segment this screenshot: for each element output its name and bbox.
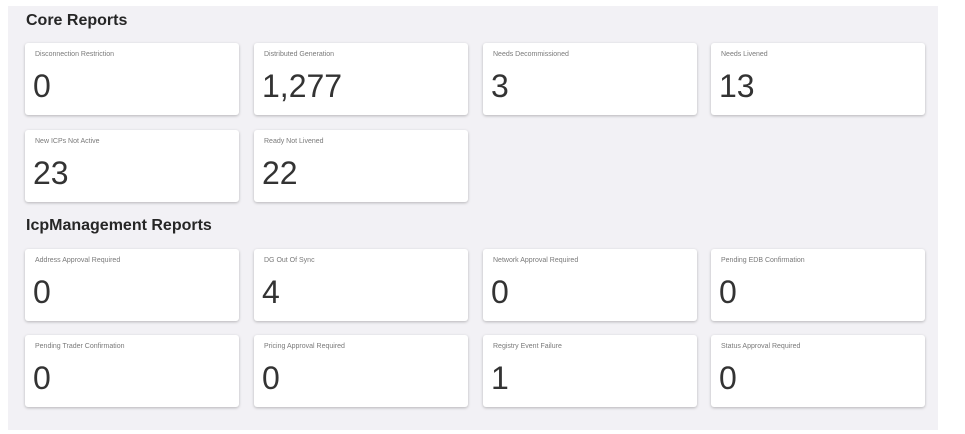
report-card-count: 0	[33, 68, 51, 104]
reports-dashboard: Core Reports Disconnection Restriction 0…	[8, 6, 938, 430]
report-card-label: Address Approval Required	[35, 257, 121, 264]
report-card-new-icps-not-active[interactable]: New ICPs Not Active 23	[25, 130, 239, 202]
report-card-label: Registry Event Failure	[493, 343, 562, 350]
section-title-icpmanagement-reports: IcpManagement Reports	[26, 217, 212, 234]
report-card-count: 3	[491, 68, 509, 104]
report-card-disconnection-restriction[interactable]: Disconnection Restriction 0	[25, 43, 239, 115]
report-card-label: Disconnection Restriction	[35, 51, 114, 58]
report-card-label: Network Approval Required	[493, 257, 579, 264]
report-card-label: Pending Trader Confirmation	[35, 343, 125, 350]
report-card-label: DG Out Of Sync	[264, 257, 315, 264]
report-card-status-approval-required[interactable]: Status Approval Required 0	[711, 335, 925, 407]
report-card-count: 4	[262, 274, 280, 310]
section-title-core-reports: Core Reports	[26, 12, 128, 29]
report-card-count: 0	[33, 274, 51, 310]
report-card-count: 0	[491, 274, 509, 310]
report-card-ready-not-livened[interactable]: Ready Not Livened 22	[254, 130, 468, 202]
report-card-distributed-generation[interactable]: Distributed Generation 1,277	[254, 43, 468, 115]
report-card-count: 0	[719, 360, 737, 396]
report-card-count: 1,277	[262, 68, 343, 104]
report-card-pricing-approval-required[interactable]: Pricing Approval Required 0	[254, 335, 468, 407]
report-card-count: 22	[262, 155, 298, 191]
report-card-count: 13	[719, 68, 755, 104]
report-card-count: 1	[491, 360, 509, 396]
report-card-count: 0	[262, 360, 280, 396]
report-card-network-approval-required[interactable]: Network Approval Required 0	[483, 249, 697, 321]
report-card-label: New ICPs Not Active	[35, 138, 100, 145]
report-card-label: Ready Not Livened	[264, 138, 324, 145]
report-card-count: 0	[719, 274, 737, 310]
report-card-label: Needs Decommissioned	[493, 51, 569, 58]
report-card-pending-trader-confirmation[interactable]: Pending Trader Confirmation 0	[25, 335, 239, 407]
report-card-registry-event-failure[interactable]: Registry Event Failure 1	[483, 335, 697, 407]
report-card-needs-decommissioned[interactable]: Needs Decommissioned 3	[483, 43, 697, 115]
report-card-needs-livened[interactable]: Needs Livened 13	[711, 43, 925, 115]
report-card-count: 0	[33, 360, 51, 396]
report-card-pending-edb-confirmation[interactable]: Pending EDB Confirmation 0	[711, 249, 925, 321]
report-card-count: 23	[33, 155, 69, 191]
report-card-label: Pricing Approval Required	[264, 343, 345, 350]
report-card-dg-out-of-sync[interactable]: DG Out Of Sync 4	[254, 249, 468, 321]
report-card-label: Pending EDB Confirmation	[721, 257, 805, 264]
report-card-label: Distributed Generation	[264, 51, 335, 58]
report-card-address-approval-required[interactable]: Address Approval Required 0	[25, 249, 239, 321]
report-card-label: Needs Livened	[721, 51, 768, 58]
report-card-label: Status Approval Required	[721, 343, 801, 350]
